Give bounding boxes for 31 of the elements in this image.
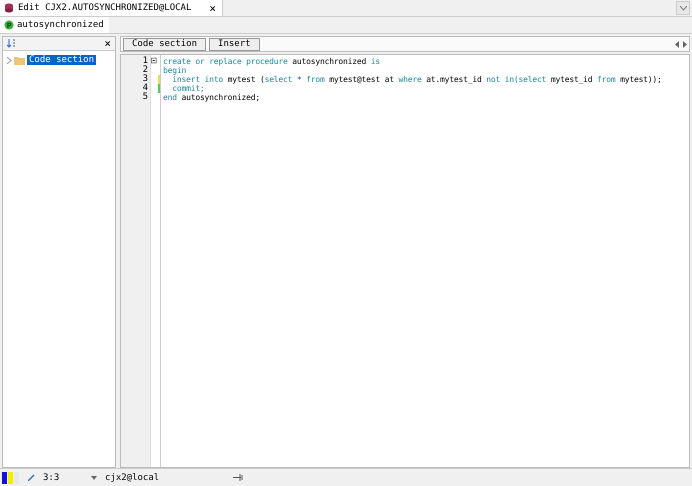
close-icon[interactable]: × bbox=[104, 37, 111, 50]
code-line: create or replace procedure autosynchronized is bbox=[163, 57, 381, 66]
code-line: begin bbox=[163, 66, 188, 75]
line-number: 5 bbox=[142, 93, 149, 102]
database-icon bbox=[4, 3, 14, 13]
close-icon[interactable]: × bbox=[209, 2, 216, 14]
folder-icon bbox=[14, 56, 25, 64]
code-line: insert into mytest (select * from mytest@test at where at.mytest_id not in(select mytest_id from mytest)); bbox=[171, 75, 662, 84]
pencil-icon bbox=[28, 474, 35, 481]
pin-icon[interactable] bbox=[233, 474, 243, 481]
chevron-down-icon bbox=[680, 6, 686, 10]
connection-name: cjx2@local bbox=[105, 472, 160, 482]
fold-icon[interactable] bbox=[151, 57, 157, 64]
cursor-position: 3:3 bbox=[43, 472, 60, 482]
line-number: 4 bbox=[142, 84, 149, 93]
code-editor[interactable]: 1 2 3 4 5 create or replace procedure autosynchronized is begin insert into mytest (select * from mytest@test at where at.mytest_id not in(select mytest_id from mytest)); commit; end autosynchronized; bbox=[120, 54, 690, 468]
scroll-arrows-icon[interactable] bbox=[675, 40, 687, 48]
line-number: 2 bbox=[142, 66, 149, 75]
line-number: 1 bbox=[142, 57, 149, 66]
color-indicator-icon bbox=[2, 472, 20, 484]
code-line: end autosynchronized; bbox=[163, 93, 261, 102]
dropdown-button[interactable] bbox=[676, 1, 690, 15]
tree-item[interactable]: Code section bbox=[27, 55, 96, 65]
code-line: commit; bbox=[171, 84, 206, 93]
dropdown-arrow-icon[interactable] bbox=[91, 476, 97, 480]
toolbar-button[interactable]: Insert bbox=[209, 38, 260, 50]
line-number: 3 bbox=[142, 75, 149, 84]
toolbar-button[interactable]: Code section bbox=[123, 38, 206, 50]
sort-icon[interactable] bbox=[7, 39, 16, 48]
tab-title: Edit CJX2.AUTOSYNCHRONIZED@LOCAL bbox=[18, 3, 192, 13]
editor-tab[interactable]: Edit CJX2.AUTOSYNCHRONIZED@LOCAL × bbox=[0, 0, 224, 16]
